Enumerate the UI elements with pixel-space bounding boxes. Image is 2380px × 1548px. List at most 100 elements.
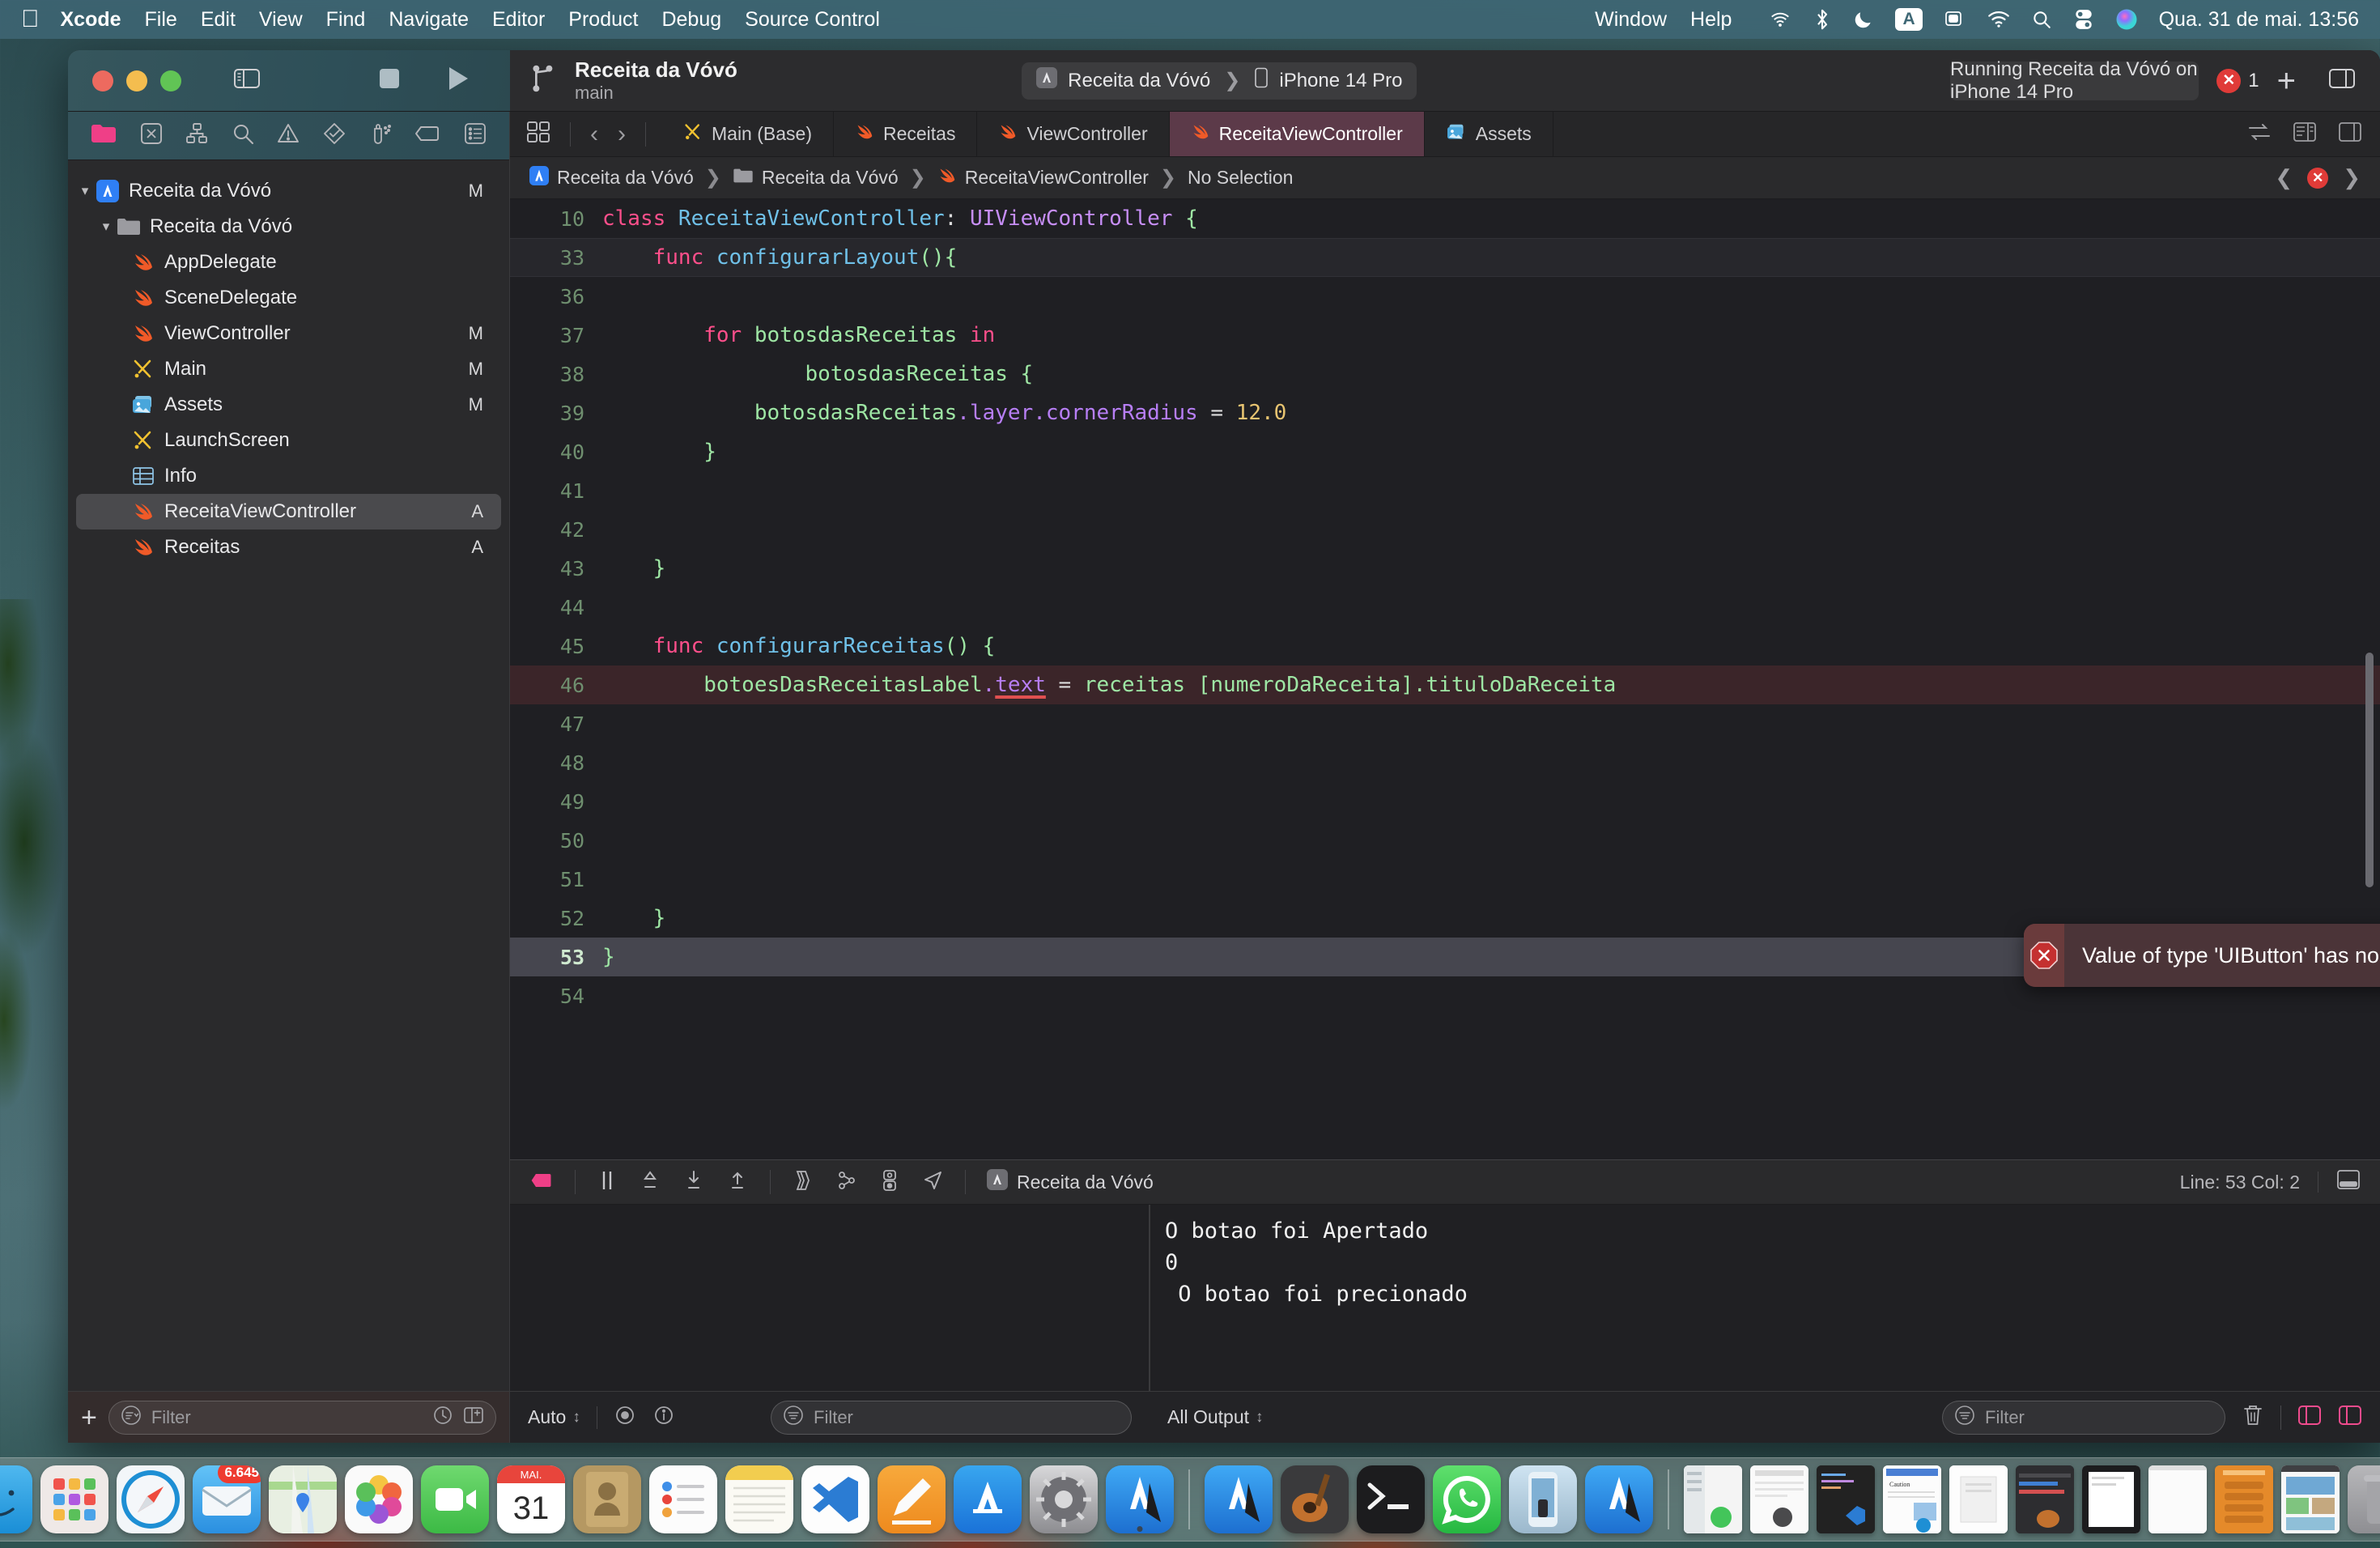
scheme-destination-selector[interactable]: Receita da Vóvó ❯ iPhone 14 Pro <box>1022 62 1417 100</box>
code-line[interactable]: 45 func configurarReceitas() { <box>510 627 2380 666</box>
dock-item-mail[interactable]: 6.645 <box>193 1465 261 1533</box>
dock-item-launchpad[interactable] <box>40 1465 108 1533</box>
minimized-window-simulator[interactable] <box>2082 1465 2140 1533</box>
editor-layout-icon[interactable] <box>526 121 550 147</box>
minimized-window-document[interactable] <box>1750 1465 1808 1533</box>
code-line[interactable]: 36 <box>510 277 2380 316</box>
debug-process-label-group[interactable]: Receita da Vóvó <box>987 1169 1154 1195</box>
issue-navigator-icon[interactable] <box>276 121 300 150</box>
editor-tab-receitas[interactable]: Receitas <box>834 112 978 156</box>
info-icon[interactable] <box>652 1404 675 1431</box>
add-file-button[interactable]: + <box>81 1404 97 1431</box>
tree-row-appdelegate[interactable]: AppDelegate <box>76 245 501 280</box>
minimap-icon[interactable] <box>2293 121 2317 147</box>
minimized-window-pages[interactable]: Caution <box>1883 1465 1941 1533</box>
variables-scope-select[interactable]: Auto ↕ <box>528 1406 580 1428</box>
menu-item-editor[interactable]: Editor <box>492 8 545 32</box>
minimized-window-whatsapp[interactable] <box>1684 1465 1742 1533</box>
watch-icon[interactable] <box>614 1404 636 1431</box>
apple-logo-icon[interactable]:  <box>21 7 40 32</box>
inline-error-popup[interactable]: Value of type 'UIButton' has no member '… <box>2024 924 2380 987</box>
dock-item-reminders[interactable] <box>649 1465 717 1533</box>
minimized-window-photos-app[interactable] <box>2281 1465 2340 1533</box>
code-editor[interactable]: 10 class ReceitaViewController: UIViewCon… <box>510 199 2380 1159</box>
code-line[interactable]: 43 } <box>510 549 2380 588</box>
pause-icon[interactable] <box>597 1169 618 1196</box>
tree-row-receitas[interactable]: Receitas A <box>76 529 501 565</box>
tree-row-viewcontroller[interactable]: ViewController M <box>76 316 501 351</box>
test-navigator-icon[interactable] <box>322 121 346 150</box>
menu-item-view[interactable]: View <box>259 8 303 32</box>
output-scope-select[interactable]: All Output ↕ <box>1167 1406 1264 1428</box>
editor-tab-assets[interactable]: Assets <box>1425 112 1553 156</box>
breakpoint-navigator-icon[interactable] <box>414 123 441 148</box>
deactivate-breakpoints-icon[interactable] <box>529 1170 554 1195</box>
close-button[interactable] <box>92 70 113 91</box>
tree-row-assets[interactable]: Assets M <box>76 387 501 423</box>
menu-item-debug[interactable]: Debug <box>661 8 721 32</box>
location-simulate-icon[interactable] <box>921 1169 944 1196</box>
code-line[interactable]: 44 <box>510 588 2380 627</box>
menu-item-xcode[interactable]: Xcode <box>61 8 121 32</box>
tree-row-project[interactable]: ▾ Receita da Vóvó M <box>76 173 501 209</box>
breadcrumb-item-1[interactable]: Receita da Vóvó <box>762 167 899 189</box>
bluetooth-icon[interactable] <box>1813 7 1832 32</box>
dock-item-contacts[interactable] <box>573 1465 641 1533</box>
clear-console-icon[interactable] <box>2242 1403 2264 1431</box>
code-line[interactable]: 37 for botosdasReceitas in <box>510 316 2380 355</box>
inspector-toggle-icon[interactable] <box>2328 67 2356 94</box>
minimized-window-garageband[interactable] <box>2016 1465 2074 1533</box>
editor-scrollbar[interactable] <box>2365 653 2374 887</box>
error-count-badge[interactable]: ✕ 1 <box>2216 68 2259 93</box>
dock-item-finder[interactable] <box>0 1465 32 1533</box>
airplay-icon[interactable] <box>1769 8 1791 31</box>
code-line[interactable]: 49 <box>510 782 2380 821</box>
tree-row-launchscreen[interactable]: LaunchScreen <box>76 423 501 458</box>
code-line[interactable]: 33 func configurarLayout(){ <box>510 238 2380 277</box>
search-icon[interactable] <box>2031 9 2052 30</box>
dock-item-appstore[interactable] <box>954 1465 1022 1533</box>
minimized-window-preview[interactable] <box>1949 1465 2008 1533</box>
run-button[interactable] <box>445 65 471 96</box>
tree-row-scenedelegate[interactable]: SceneDelegate <box>76 280 501 316</box>
dock-item-xcode[interactable] <box>1106 1465 1174 1533</box>
report-navigator-icon[interactable] <box>463 121 487 150</box>
dock-item-facetime[interactable] <box>421 1465 489 1533</box>
dock-item-xcode-beta[interactable] <box>1205 1465 1273 1533</box>
breadcrumb-item-0[interactable]: Receita da Vóvó <box>557 167 694 189</box>
tree-row-receitaviewcontroller[interactable]: ReceitaViewController A <box>76 494 501 529</box>
code-line[interactable]: 48 <box>510 743 2380 782</box>
tree-row-info-plist[interactable]: Info <box>76 458 501 494</box>
menu-item-source-control[interactable]: Source Control <box>745 8 880 32</box>
breadcrumb-item-2[interactable]: ReceitaViewController <box>965 167 1149 189</box>
code-line[interactable]: 39 botosdasReceitas.layer.cornerRadius =… <box>510 393 2380 432</box>
environment-overrides-icon[interactable] <box>879 1169 900 1196</box>
code-line[interactable]: 40 } <box>510 432 2380 471</box>
minimized-window-white[interactable] <box>2148 1465 2207 1533</box>
project-navigator-icon[interactable] <box>90 122 117 149</box>
view-hierarchy-icon[interactable] <box>792 1169 814 1196</box>
minimized-window-vscode[interactable] <box>1817 1465 1875 1533</box>
console-pane-toggle-icon[interactable] <box>2338 1405 2362 1430</box>
editor-inspector-toggle-icon[interactable] <box>2338 121 2362 147</box>
symbol-navigator-icon[interactable] <box>185 121 209 150</box>
step-over-icon[interactable] <box>639 1169 661 1196</box>
menu-clock[interactable]: Qua. 31 de mai. 13:56 <box>2159 8 2359 32</box>
console-filter-field[interactable]: Filter <box>1942 1400 2225 1435</box>
do-not-disturb-moon-icon[interactable] <box>1853 9 1874 30</box>
code-line[interactable]: 10 class ReceitaViewController: UIViewCon… <box>510 199 2380 238</box>
menu-item-find[interactable]: Find <box>326 8 366 32</box>
console-output[interactable]: O botao foi Apertado 0 O botao foi preci… <box>1150 1205 2380 1391</box>
siri-icon[interactable] <box>2115 8 2138 31</box>
screen-mirroring-icon[interactable] <box>1944 9 1966 30</box>
previous-issue-button[interactable]: ❮ <box>2275 165 2293 190</box>
menu-item-navigate[interactable]: Navigate <box>389 8 469 32</box>
recent-files-icon[interactable] <box>432 1405 453 1431</box>
input-source-icon[interactable]: A <box>1895 7 1923 32</box>
zoom-button[interactable] <box>160 70 181 91</box>
navigator-filter-field[interactable]: Filter <box>108 1400 496 1435</box>
dock-item-system-settings[interactable] <box>1030 1465 1098 1533</box>
code-line[interactable]: 47 <box>510 704 2380 743</box>
code-line[interactable]: 41 <box>510 471 2380 510</box>
code-review-icon[interactable] <box>2247 122 2272 146</box>
